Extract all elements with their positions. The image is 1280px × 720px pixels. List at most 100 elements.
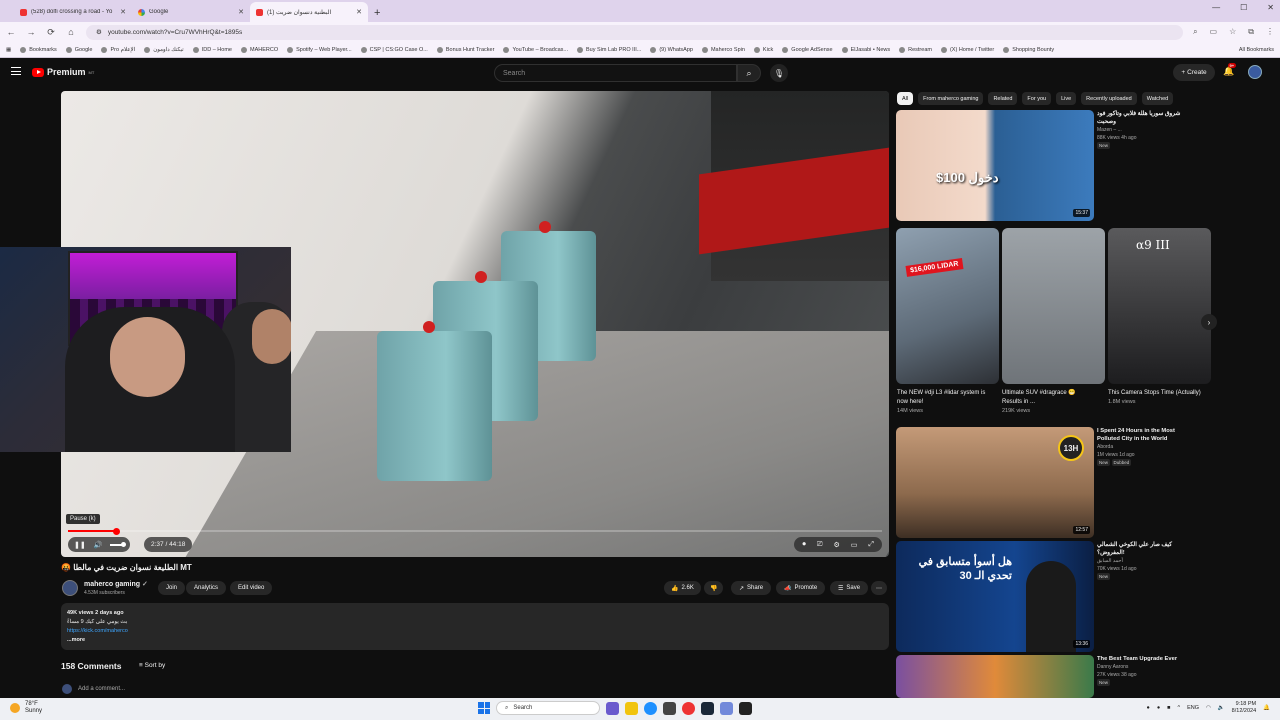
create-button[interactable]: + Create (1173, 64, 1215, 81)
clock[interactable]: 9:18 PM 8/12/2024 (1232, 701, 1256, 715)
progress-bar[interactable] (68, 527, 882, 535)
reload-icon[interactable]: ⟳ (46, 27, 56, 38)
bookmark-item[interactable]: (X) Home / Twitter (940, 46, 994, 53)
autoplay-toggle-icon[interactable]: ⏺ (802, 541, 806, 549)
volume-slider[interactable] (110, 541, 127, 547)
weather-widget[interactable]: 78°F Sunny (10, 701, 42, 715)
save-button[interactable]: ☰ Save (830, 581, 869, 595)
theater-mode-icon[interactable]: ▭ (851, 541, 858, 549)
bookmark-item[interactable]: (9) WhatsApp (650, 46, 693, 53)
star-icon[interactable]: ☆ (1229, 27, 1236, 37)
youtube-logo[interactable]: Premium MT (32, 67, 94, 77)
zoom-icon[interactable]: ⌕ (1193, 27, 1197, 37)
language-indicator[interactable]: ENG (1187, 705, 1199, 711)
bookmark-item[interactable]: MAHERCO (240, 46, 278, 53)
wifi-icon[interactable]: ◠ (1206, 705, 1211, 711)
close-window-icon[interactable]: ✕ (1267, 3, 1274, 12)
more-actions-button[interactable]: ⋯ (871, 581, 887, 595)
chevron-up-icon[interactable]: ^ (1177, 705, 1180, 711)
home-icon[interactable]: ⌂ (66, 27, 76, 37)
chip-watched[interactable]: Watched (1141, 92, 1174, 105)
volume-icon[interactable]: 🔈 (1218, 705, 1225, 711)
fullscreen-icon[interactable]: ⤢ (868, 541, 874, 549)
recommended-thumbnail[interactable]: هل أسوأ متسابق في تحدي الـ 30 13:36 (896, 541, 1094, 652)
bookmark-item[interactable]: Google AdSense (782, 46, 833, 53)
chip-recently-uploaded[interactable]: Recently uploaded (1081, 92, 1137, 105)
apps-icon[interactable]: ▦ (6, 47, 11, 53)
tray-app-icon[interactable]: ● (1157, 705, 1160, 711)
tray-app-icon[interactable]: ■ (1167, 705, 1170, 711)
bookmark-item[interactable]: Bonus Hunt Tracker (436, 46, 494, 53)
short-meta[interactable]: This Camera Stops Time (Actually) 1.8M v… (1108, 389, 1203, 407)
recommended-thumbnail[interactable]: دخول 100$ 15:37 (896, 110, 1094, 221)
maximize-icon[interactable]: ☐ (1240, 3, 1247, 12)
analytics-button[interactable]: Analytics (186, 581, 227, 595)
bookmark-item[interactable]: CSP | CS:GO Case O... (360, 46, 428, 53)
bookmark-item[interactable]: ElJasabi • News (841, 46, 890, 53)
recommended-meta[interactable]: I Spent 24 Hours in the Most Polluted Ci… (1097, 427, 1197, 467)
chip-from-channel[interactable]: From maherco gaming (918, 92, 984, 105)
bookmark-item[interactable]: Maherco Spin (701, 46, 745, 53)
copilot-icon[interactable] (606, 701, 619, 715)
promote-button[interactable]: 📣 Promote (776, 581, 826, 595)
bookmark-item[interactable]: Kick (753, 46, 773, 53)
forward-icon[interactable]: → (26, 27, 36, 37)
chrome-icon[interactable] (682, 701, 695, 715)
bookmark-item[interactable]: Pro الإعلام (101, 46, 135, 53)
recommended-thumbnail[interactable] (896, 655, 1094, 698)
short-thumbnail[interactable]: $16,000 LIDAR (896, 228, 999, 384)
close-tab-icon[interactable]: ✕ (120, 8, 126, 16)
chip-for-you[interactable]: For you (1022, 92, 1052, 105)
back-icon[interactable]: ← (6, 27, 16, 37)
recommended-thumbnail[interactable]: 13H 12:57 (896, 427, 1094, 538)
recommended-meta[interactable]: كيف صار علي الكوخي الشمالي المفروض؟! أحم… (1097, 541, 1197, 581)
recommended-meta[interactable]: The Best Team Upgrade Ever Danny Aarons … (1097, 655, 1197, 687)
bookmark-item[interactable]: IDD – Home (192, 46, 232, 53)
channel-avatar[interactable] (62, 580, 78, 596)
cast-icon[interactable]: ▭ (1210, 27, 1218, 37)
minimize-icon[interactable]: — (1212, 3, 1220, 12)
progress-scrubber[interactable] (112, 527, 120, 535)
bookmark-item[interactable]: Spotify – Web Player... (287, 46, 352, 53)
menu-icon[interactable]: ⋮ (1266, 27, 1274, 37)
all-bookmarks[interactable]: All Bookmarks (1239, 47, 1274, 53)
video-description[interactable]: 49K views 2 days ago بث يومي على كيك 9 م… (61, 603, 889, 650)
url-field[interactable]: ⚙ youtube.com/watch?v=Cru7WVhHrQ&t=1895s (86, 24, 1184, 40)
chip-related[interactable]: Related (988, 92, 1018, 105)
like-button[interactable]: 👍 2.6K (664, 581, 701, 595)
bookmark-item[interactable]: YouTube – Broadcas... (503, 46, 568, 53)
settings-gear-icon[interactable]: ⚙ (833, 541, 839, 549)
sort-comments-button[interactable]: ≡ Sort by (139, 662, 165, 669)
hamburger-menu-icon[interactable] (11, 67, 21, 75)
bookmark-item[interactable]: تيكتك داومون (144, 46, 184, 53)
bookmark-item[interactable]: Restream (899, 46, 932, 53)
bookmark-item[interactable]: Buy Sim Lab PRO III... (577, 46, 641, 53)
windows-start-icon[interactable] (478, 702, 490, 714)
chip-all[interactable]: All (897, 92, 914, 105)
store-icon[interactable] (663, 701, 676, 715)
site-info-icon[interactable]: ⚙ (96, 28, 102, 36)
browser-tab-3[interactable]: (1) البطنية دنسوان ضريت ✕ (250, 2, 368, 22)
edge-icon[interactable] (644, 701, 657, 715)
short-thumbnail[interactable] (1002, 228, 1105, 384)
extensions-icon[interactable]: ⧉ (1248, 27, 1254, 37)
description-link[interactable]: https://kick.com/maherco (67, 627, 883, 636)
channel-name[interactable]: maherco gaming ✓ (84, 580, 148, 588)
short-thumbnail[interactable]: α9 III (1108, 228, 1211, 384)
close-tab-icon[interactable]: ✕ (238, 8, 244, 16)
new-tab-button[interactable]: + (374, 7, 380, 19)
edit-video-button[interactable]: Edit video (230, 581, 273, 595)
discord-icon[interactable] (720, 701, 733, 715)
pause-icon[interactable]: ❚❚ (74, 541, 86, 549)
recommended-meta[interactable]: شروق سوريا هللة فلابي وتاكور فود وصحبت M… (1097, 110, 1197, 150)
short-meta[interactable]: The NEW #dji L3 #lidar system is now her… (897, 389, 992, 416)
notifications-button[interactable]: 🔔 9+ (1223, 63, 1236, 77)
search-input[interactable]: Search (494, 64, 737, 82)
chip-live[interactable]: Live (1056, 92, 1077, 105)
bookmark-item[interactable]: Google (65, 46, 92, 53)
taskbar-search[interactable]: ⌕ Search (496, 701, 600, 715)
shorts-next-button[interactable]: › (1201, 314, 1217, 330)
close-tab-icon[interactable]: ✕ (356, 8, 362, 16)
search-button[interactable]: ⌕ (737, 64, 761, 82)
volume-icon[interactable]: 🔊 (94, 541, 103, 549)
